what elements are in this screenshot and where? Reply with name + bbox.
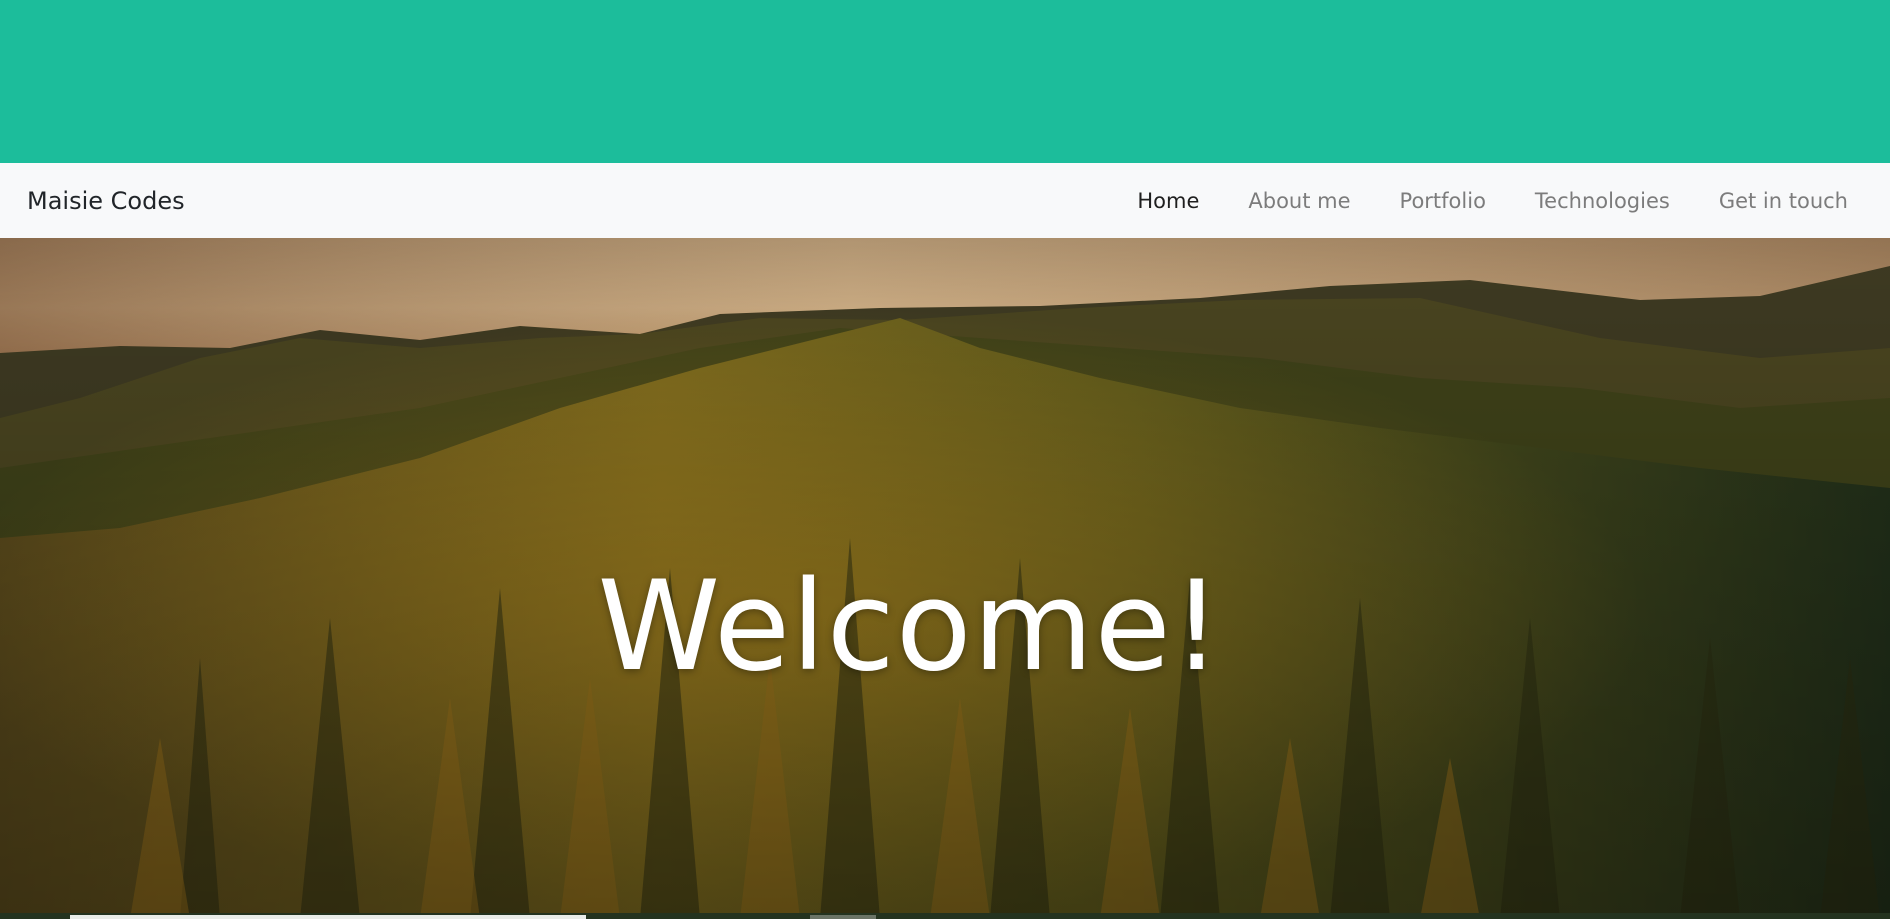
top-banner: [0, 0, 1890, 163]
nav-link-about[interactable]: About me: [1248, 189, 1350, 213]
hero-title: Welcome!: [597, 555, 1223, 699]
scrollbar-marker: [810, 915, 876, 919]
nav-link-contact[interactable]: Get in touch: [1719, 189, 1848, 213]
brand-logo-link[interactable]: Maisie Codes: [27, 187, 185, 215]
nav-link-home[interactable]: Home: [1137, 189, 1199, 213]
horizontal-scrollbar[interactable]: [0, 913, 1890, 919]
nav-link-technologies[interactable]: Technologies: [1535, 189, 1670, 213]
nav-link-portfolio[interactable]: Portfolio: [1400, 189, 1486, 213]
hero-section: Welcome!: [0, 238, 1890, 919]
nav-links: Home About me Portfolio Technologies Get…: [1088, 189, 1848, 213]
navbar: Maisie Codes Home About me Portfolio Tec…: [0, 163, 1890, 238]
scrollbar-thumb[interactable]: [70, 915, 586, 919]
